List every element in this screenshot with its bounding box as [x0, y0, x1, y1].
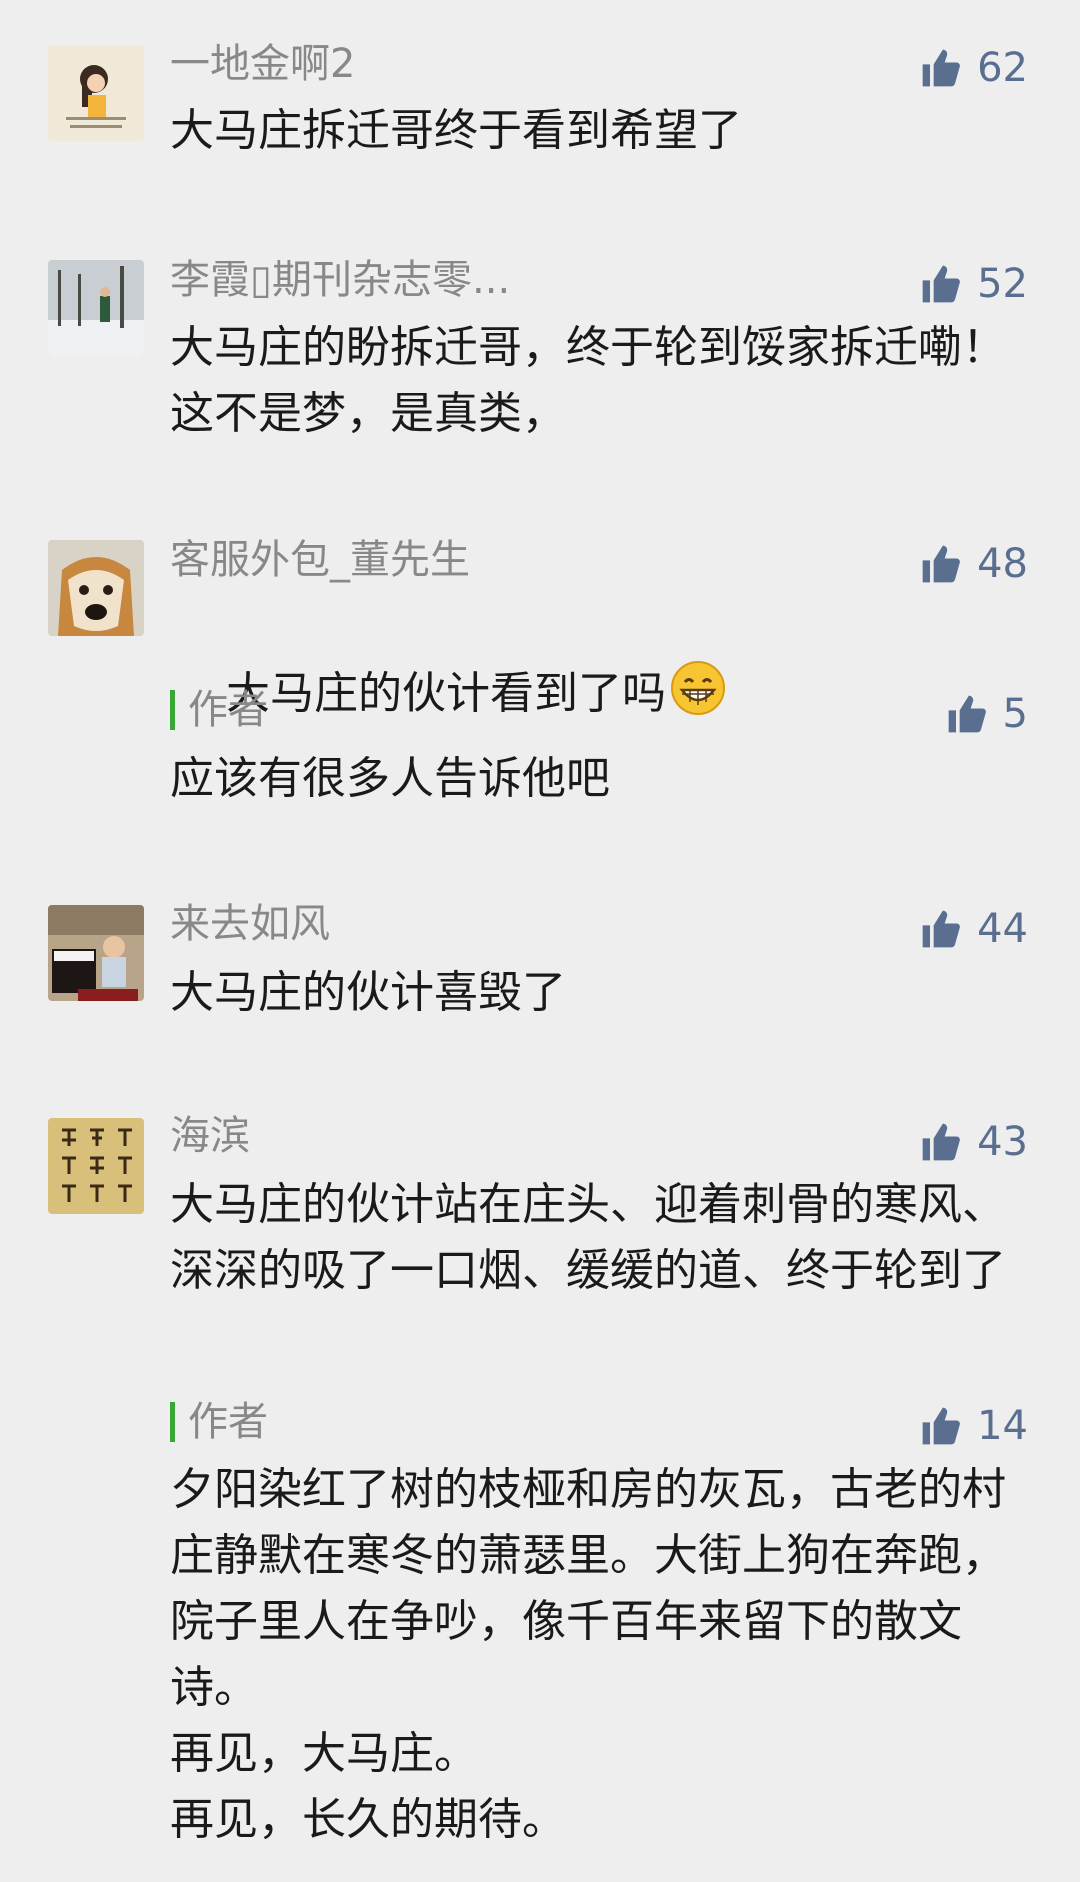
- avatar[interactable]: [48, 1118, 144, 1214]
- like-button[interactable]: 43: [919, 1118, 1028, 1166]
- like-button[interactable]: 14: [919, 1402, 1028, 1450]
- comment-text: 大马庄的伙计喜毁了: [170, 967, 566, 1018]
- avatar[interactable]: [48, 540, 144, 636]
- avatar[interactable]: [48, 45, 144, 141]
- reply-text: 应该有很多人告诉他吧: [170, 753, 610, 804]
- like-button[interactable]: 44: [919, 905, 1028, 953]
- thumbs-up-icon: [922, 1407, 960, 1445]
- author-reply-marker: [170, 1402, 175, 1442]
- like-button[interactable]: 48: [919, 540, 1028, 588]
- like-button[interactable]: 52: [919, 260, 1028, 308]
- like-count: 43: [977, 1119, 1028, 1165]
- commenter-name[interactable]: 来去如风: [170, 900, 330, 948]
- like-button[interactable]: 5: [945, 690, 1028, 738]
- author-reply-label: 作者: [188, 687, 268, 733]
- author-reply-label: 作者: [188, 1399, 268, 1445]
- like-button[interactable]: 62: [919, 44, 1028, 92]
- commenter-name[interactable]: 一地金啊2: [170, 40, 355, 88]
- comment-text: 大马庄拆迁哥终于看到希望了: [170, 105, 742, 156]
- comment-text-content: 大马庄的伙计看到了吗: [225, 668, 666, 719]
- commenter-name[interactable]: 客服外包_董先生: [170, 536, 470, 584]
- reply-text: 夕阳染红了树的枝桠和房的灰瓦，古老的村庄静默在寒冬的萧瑟里。大街上狗在奔跑，院子…: [170, 1464, 1006, 1845]
- thumbs-up-icon: [922, 1123, 960, 1161]
- commenter-name[interactable]: 李霞▯期刊杂志零...: [170, 256, 510, 304]
- like-count: 48: [977, 541, 1028, 587]
- like-count: 62: [977, 45, 1028, 91]
- avatar[interactable]: [48, 905, 144, 1001]
- grinning-face-emoji: [670, 661, 725, 715]
- avatar[interactable]: [48, 260, 144, 356]
- thumbs-up-icon: [922, 545, 960, 583]
- like-count: 5: [1002, 691, 1028, 737]
- thumbs-up-icon: [922, 49, 960, 87]
- comment-text: 大马庄的伙计站在庄头、迎着刺骨的寒风、深深的吸了一口烟、缓缓的道、终于轮到了: [170, 1179, 1006, 1296]
- commenter-name[interactable]: 海滨: [170, 1112, 250, 1160]
- thumbs-up-icon: [948, 695, 986, 733]
- like-count: 14: [977, 1403, 1028, 1449]
- comment-text: 大马庄的盼拆迁哥，终于轮到馁家拆迁嘞！这不是梦，是真类，: [170, 322, 1006, 439]
- like-count: 44: [977, 906, 1028, 952]
- like-count: 52: [977, 261, 1028, 307]
- thumbs-up-icon: [922, 910, 960, 948]
- author-reply-marker: [170, 690, 175, 730]
- thumbs-up-icon: [922, 265, 960, 303]
